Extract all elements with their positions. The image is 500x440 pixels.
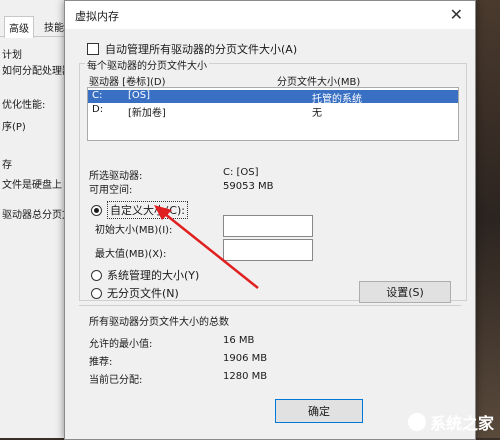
annotation-arrow-icon: [154, 205, 259, 289]
watermark: 系统之家: [407, 410, 494, 434]
watermark-text: 系统之家: [429, 414, 494, 433]
watermark-logo-icon: [407, 413, 426, 431]
